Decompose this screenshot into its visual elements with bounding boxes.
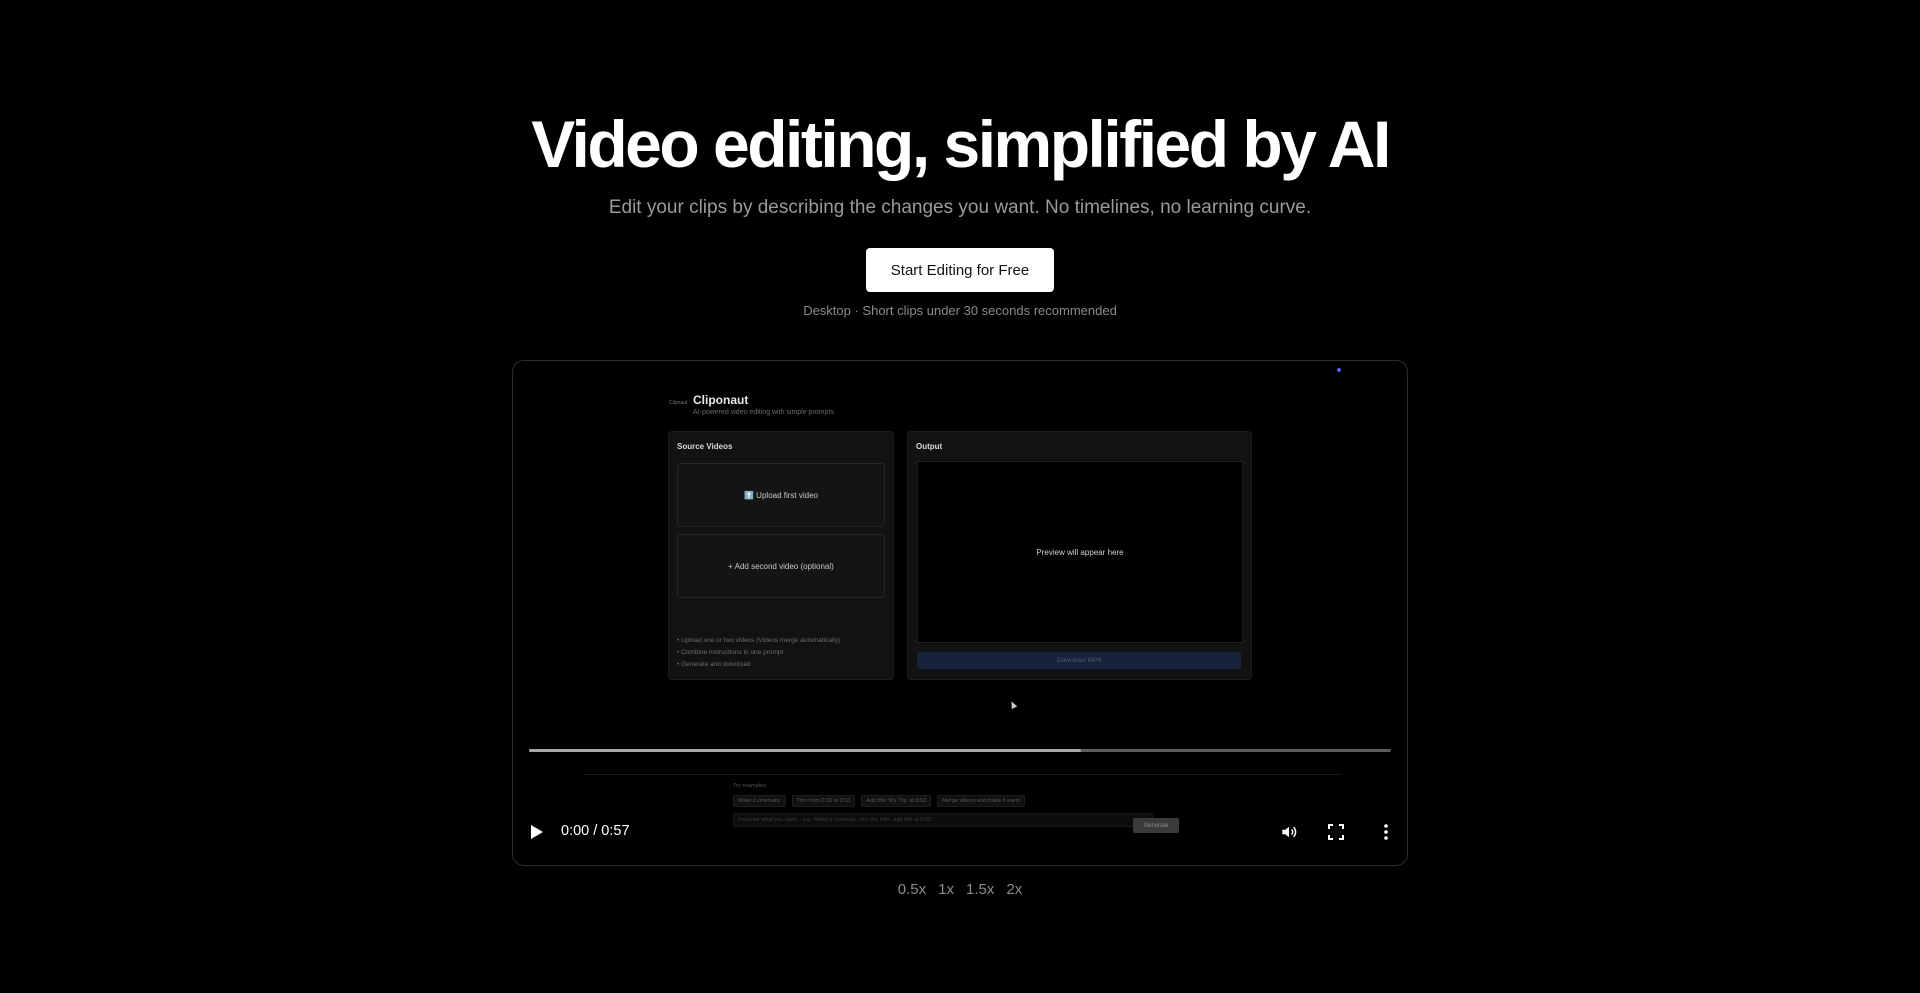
tips-list: • Upload one or two videos (Videos merge… <box>677 635 840 671</box>
source-videos-panel: Source Videos ⬆️ Upload first video + Ad… <box>668 431 894 680</box>
upload-second-video-box: + Add second video (optional) <box>677 534 885 598</box>
buffered-bar <box>529 749 1081 752</box>
landing-page: Video editing, simplified by AI Edit you… <box>0 0 1920 993</box>
tip-item: • Generate and download <box>677 661 751 668</box>
volume-icon[interactable] <box>1280 823 1298 841</box>
hero-subtitle: Edit your clips by describing the change… <box>608 197 1312 218</box>
example-chip: Add title 'My Trip' at 0:02 <box>861 795 932 807</box>
hero-title: Video editing, simplified by AI <box>531 107 1391 181</box>
preview-area: Preview will appear here <box>917 461 1243 643</box>
player-controls: 0:00 / 0:57 <box>513 813 1407 865</box>
example-chips: Make it cinematic Trim from 0:00 to 0:10… <box>733 795 1026 807</box>
app-tagline: AI-powered video editing with simple pro… <box>693 409 834 416</box>
app-title: Cliponaut <box>693 393 749 407</box>
download-mp4-label: Download MP4 <box>917 652 1241 669</box>
usage-hint: Desktop · Short clips under 30 seconds r… <box>803 303 1117 318</box>
mouse-cursor-icon <box>1008 700 1018 709</box>
indicator-dot <box>1337 368 1341 372</box>
output-panel: Output Preview will appear here Download… <box>907 431 1252 680</box>
divider <box>585 774 1341 775</box>
source-videos-heading: Source Videos <box>677 442 733 451</box>
app-logo: Clipnaut <box>669 400 688 406</box>
upload-first-video-box: ⬆️ Upload first video <box>677 463 885 527</box>
start-editing-button[interactable]: Start Editing for Free <box>866 248 1054 292</box>
output-heading: Output <box>916 442 943 451</box>
examples-label: Try examples: <box>733 783 768 789</box>
video-progress-bar[interactable] <box>529 749 1391 752</box>
speed-1x-button[interactable]: 1x <box>938 881 954 898</box>
play-icon[interactable] <box>530 824 544 840</box>
playback-speed-row: 0.5x 1x 1.5x 2x <box>0 881 1920 898</box>
example-chip: Make it cinematic <box>733 795 786 807</box>
speed-1-5x-button[interactable]: 1.5x <box>966 881 994 898</box>
example-chip: Trim from 0:00 to 0:10 <box>791 795 856 807</box>
time-display: 0:00 / 0:57 <box>561 823 630 839</box>
speed-0-5x-button[interactable]: 0.5x <box>898 881 926 898</box>
example-chip: Merge videos and make it warm <box>937 795 1026 807</box>
tip-item: • Upload one or two videos (Videos merge… <box>677 637 841 644</box>
fullscreen-icon[interactable] <box>1328 824 1344 840</box>
more-options-icon[interactable] <box>1377 823 1395 841</box>
demo-video-player[interactable]: Clipnaut Cliponaut AI-powered video edit… <box>512 360 1408 866</box>
tip-item: • Combine instructions in one prompt <box>677 649 784 656</box>
speed-2x-button[interactable]: 2x <box>1006 881 1022 898</box>
